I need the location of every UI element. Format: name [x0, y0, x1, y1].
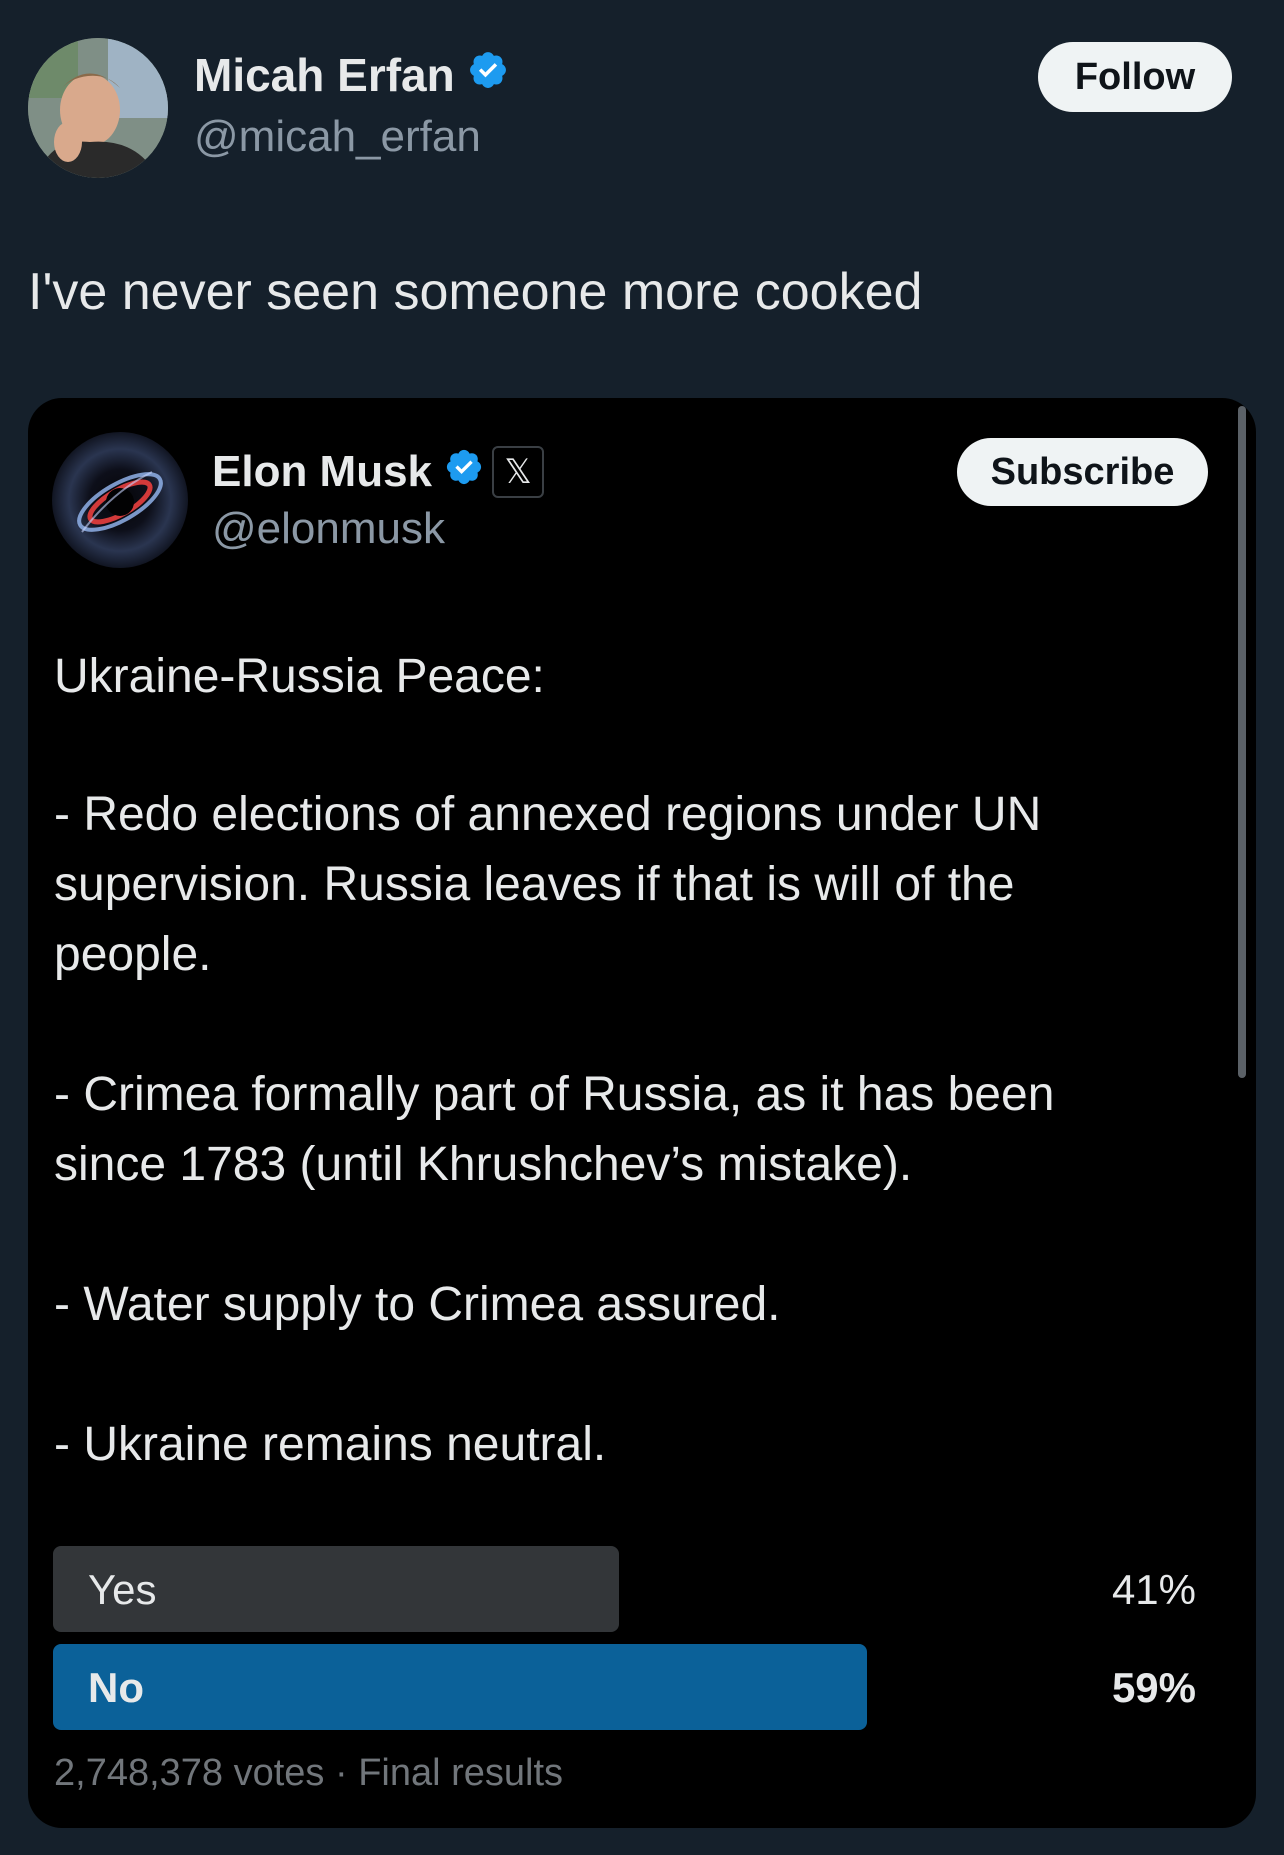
quoted-author-avatar[interactable] [52, 432, 188, 568]
post-line: Ukraine-Russia Peace: [54, 650, 545, 703]
subscribe-button[interactable]: Subscribe [957, 438, 1208, 506]
author-name[interactable]: Micah Erfan [194, 48, 509, 102]
poll-option-percent-no: 59% [1111, 1664, 1196, 1711]
tweet-text: I've never seen someone more cooked [28, 263, 923, 321]
poll-option-label-no: No [88, 1664, 144, 1711]
post-line: - Water supply to Crimea assured. [54, 1278, 781, 1331]
poll-option-bar-no[interactable] [53, 1644, 867, 1730]
author-avatar[interactable] [28, 38, 168, 178]
poll-option-label-yes: Yes [88, 1566, 157, 1613]
follow-button[interactable]: Follow [1038, 42, 1232, 112]
author-handle[interactable]: @micah_erfan [194, 112, 481, 162]
verified-badge-icon [467, 48, 509, 102]
post-line: people. [54, 928, 212, 981]
quoted-author-name[interactable]: Elon Musk 𝕏 [212, 446, 545, 498]
verified-badge-icon [444, 447, 484, 498]
poll-footer: 2,748,378 votes · Final results [54, 1752, 564, 1794]
post-line: - Ukraine remains neutral. [54, 1418, 607, 1471]
post-line: supervision. Russia leaves if that is wi… [54, 858, 1015, 911]
quoted-author-handle[interactable]: @elonmusk [212, 504, 445, 554]
post-line: - Redo elections of annexed regions unde… [54, 788, 1042, 841]
author-name-text[interactable]: Micah Erfan [194, 48, 455, 102]
tweet-page: Micah Erfan @micah_erfan Follow I've nev… [0, 0, 1284, 1855]
quoted-author-name-text[interactable]: Elon Musk [212, 447, 432, 497]
poll-option-percent-yes: 41% [1111, 1566, 1196, 1613]
x-logo-icon: 𝕏 [492, 446, 545, 498]
post-line: since 1783 (until Khrushchev’s mistake). [54, 1138, 913, 1191]
post-line: - Crimea formally part of Russia, as it … [54, 1068, 1055, 1121]
scrollbar[interactable] [1238, 406, 1246, 1078]
